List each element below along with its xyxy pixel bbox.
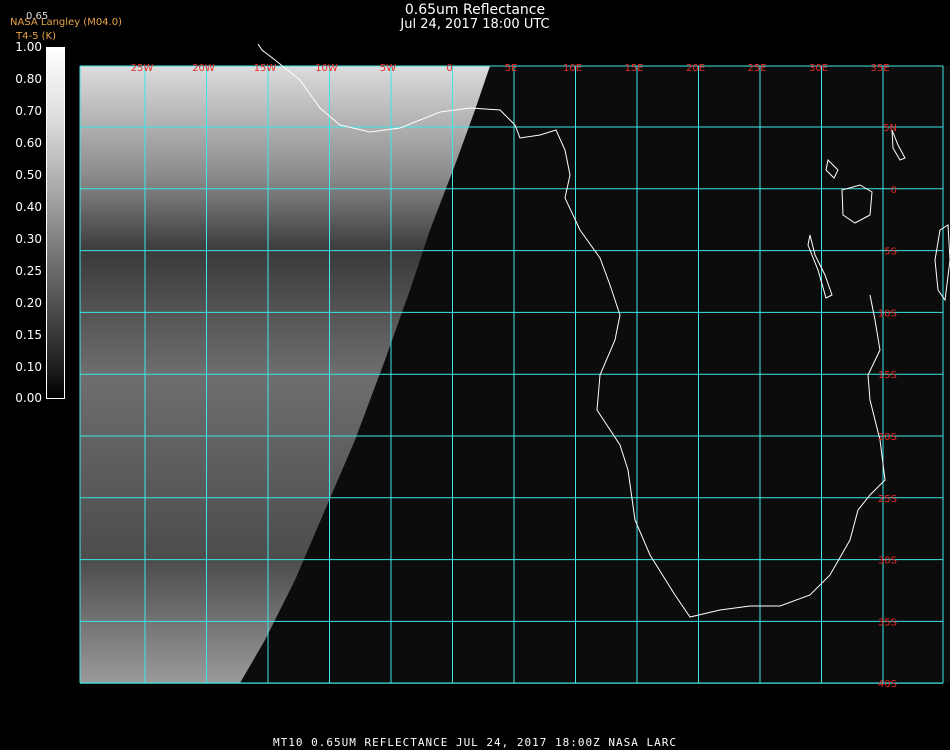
latitude-label: 5S — [884, 247, 897, 258]
longitude-label: 15E — [624, 63, 643, 74]
longitude-label: 35E — [870, 63, 889, 74]
latitude-label: 30S — [878, 556, 897, 567]
latitude-label: 5N — [883, 123, 897, 134]
colorbar-tick-label: 0.10 — [15, 360, 42, 374]
colorbar-tick-label: 0.00 — [15, 391, 42, 405]
scale-value: 0.65 — [26, 11, 49, 22]
colorbar-tick-label: 0.20 — [15, 296, 42, 310]
satellite-map: 25W 20W 15W 10W 5W 0 5E 10E 15E 20E 25E 30E 35E 5N 0 5… — [79, 43, 950, 690]
footer-caption: MT10 0.65UM REFLECTANCE JUL 24, 2017 18:… — [273, 736, 677, 749]
longitude-label: 10E — [563, 63, 582, 74]
longitude-label: 5E — [505, 63, 518, 74]
longitude-label: 20E — [686, 63, 705, 74]
colorbar-tick-label: 0.25 — [15, 264, 42, 278]
longitude-label: 0 — [446, 63, 452, 74]
latitude-label: 25S — [878, 494, 897, 505]
longitude-label: 15W — [254, 63, 277, 74]
colorbar — [46, 47, 65, 399]
longitude-label: 10W — [315, 63, 338, 74]
colorbar-tick-label: 0.70 — [15, 104, 42, 118]
longitude-label: 20W — [192, 63, 215, 74]
colorbar-tick-label: 0.50 — [15, 168, 42, 182]
colorbar-tick-label: 0.60 — [15, 136, 42, 150]
latitude-label: 10S — [878, 308, 897, 319]
colorbar-tick-label: 0.80 — [15, 72, 42, 86]
latitude-label: 40S — [878, 679, 897, 690]
longitude-label: 30E — [809, 63, 828, 74]
colorbar-tick-label: 1.00 — [15, 40, 42, 54]
colorbar-tick-label: 0.30 — [15, 232, 42, 246]
latitude-label: 20S — [878, 432, 897, 443]
latitude-label: 15S — [878, 370, 897, 381]
image-title: 0.65um Reflectance — [404, 2, 546, 18]
image-timestamp: Jul 24, 2017 18:00 UTC — [400, 17, 550, 32]
colorbar-tick-label: 0.15 — [15, 328, 42, 342]
latitude-label: 35S — [878, 617, 897, 628]
longitude-label: 5W — [380, 63, 396, 74]
latitude-label: 0 — [891, 185, 897, 196]
colorbar-tick-label: 0.40 — [15, 200, 42, 214]
longitude-label: 25W — [131, 63, 154, 74]
longitude-label: 25E — [747, 63, 766, 74]
